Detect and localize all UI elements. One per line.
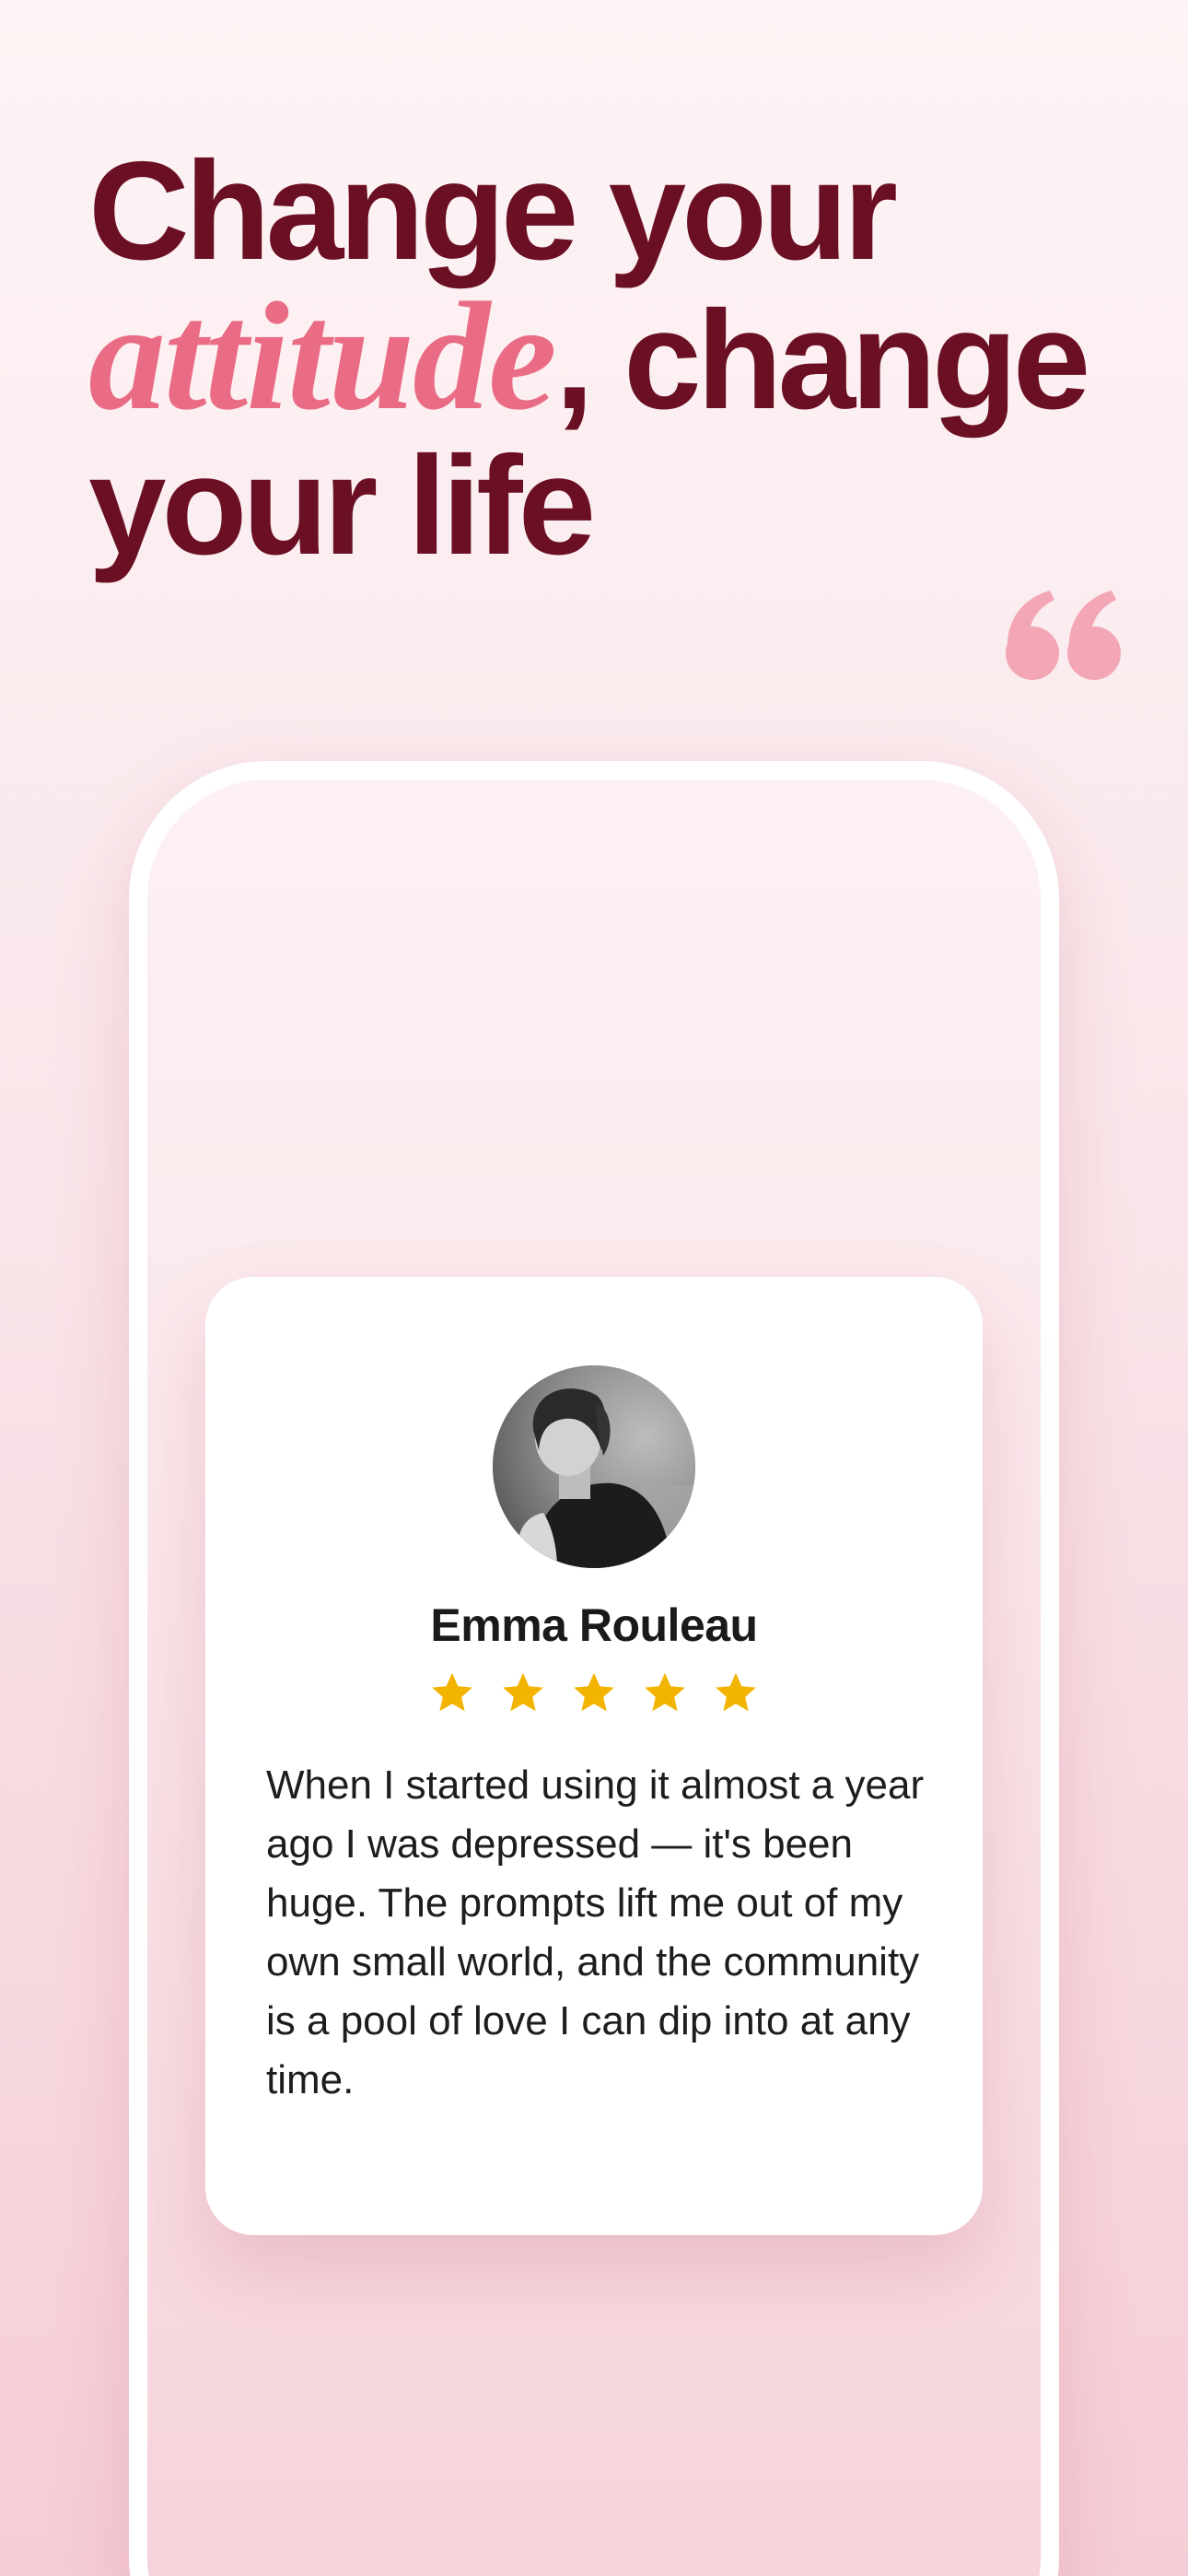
star-icon <box>503 1672 543 1712</box>
star-icon <box>645 1672 685 1712</box>
star-rating <box>205 1669 983 1717</box>
headline-line-2: attitude, change <box>88 279 1120 434</box>
review-card: Emma Rouleau When I started using it alm… <box>205 1277 983 2235</box>
star-icon <box>716 1672 756 1712</box>
review-text: When I started using it almost a year ag… <box>266 1762 925 2102</box>
headline-line-1: Change your <box>88 133 898 289</box>
reviewer-name: Emma Rouleau <box>430 1599 758 1651</box>
headline-line-2-rest: , change <box>554 282 1091 439</box>
headline: Change your attitude, change your life <box>88 138 1120 579</box>
star-icon <box>432 1672 472 1712</box>
star-icon <box>574 1672 614 1712</box>
avatar <box>493 1365 695 1568</box>
headline-accent-word: attitude <box>88 271 557 442</box>
headline-line-3: your life <box>88 427 596 584</box>
quote-mark-icon <box>1004 590 1124 682</box>
